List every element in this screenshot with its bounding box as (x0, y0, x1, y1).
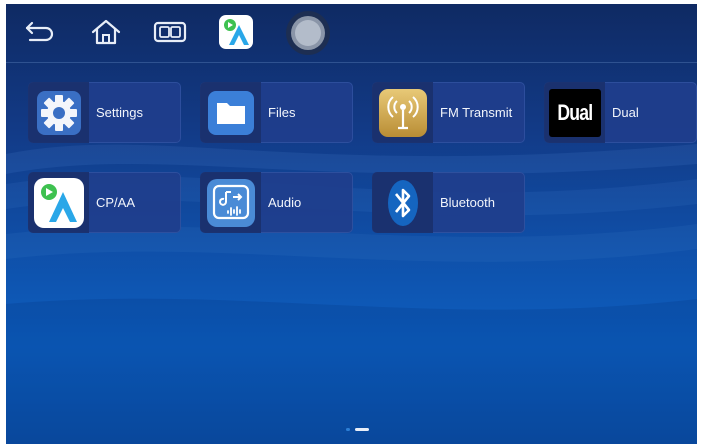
app-tile-cpaa[interactable]: CP/AA (28, 172, 181, 233)
folder-icon (200, 82, 261, 143)
app-tile-audio[interactable]: Audio (200, 172, 353, 233)
app-label: Bluetooth (440, 195, 495, 210)
app-tile-bluetooth[interactable]: Bluetooth (372, 172, 525, 233)
dual-logo-icon: Dual (544, 82, 605, 143)
app-label: Settings (96, 105, 143, 120)
app-label: Audio (268, 195, 302, 210)
launcher-screen: Settings Files FM Transmit Dual Dual CP/… (6, 4, 697, 444)
app-label: Dual (612, 105, 639, 120)
page-dot[interactable] (346, 428, 350, 431)
app-tile-dual[interactable]: Dual Dual (544, 82, 697, 143)
bluetooth-icon (372, 172, 433, 233)
assistive-touch-circle-icon[interactable] (285, 10, 331, 56)
home-icon[interactable] (88, 14, 124, 50)
app-tile-fm-transmit[interactable]: FM Transmit (372, 82, 525, 143)
gear-icon (28, 82, 89, 143)
cpaa-app-icon[interactable] (218, 14, 254, 50)
fm-antenna-icon (372, 82, 433, 143)
top-bar (6, 4, 697, 62)
page-dot-active[interactable] (355, 428, 369, 431)
app-tile-files[interactable]: Files (200, 82, 353, 143)
cpaa-icon (28, 172, 89, 233)
back-arrow-icon[interactable] (22, 14, 58, 50)
dual-logo-text: Dual (557, 99, 593, 125)
app-tile-settings[interactable]: Settings (28, 82, 181, 143)
top-divider (6, 62, 697, 63)
app-label: FM Transmit (440, 105, 513, 120)
multi-window-icon[interactable] (152, 14, 188, 50)
audio-icon (200, 172, 261, 233)
app-label: Files (268, 105, 296, 120)
app-label: CP/AA (96, 195, 136, 210)
